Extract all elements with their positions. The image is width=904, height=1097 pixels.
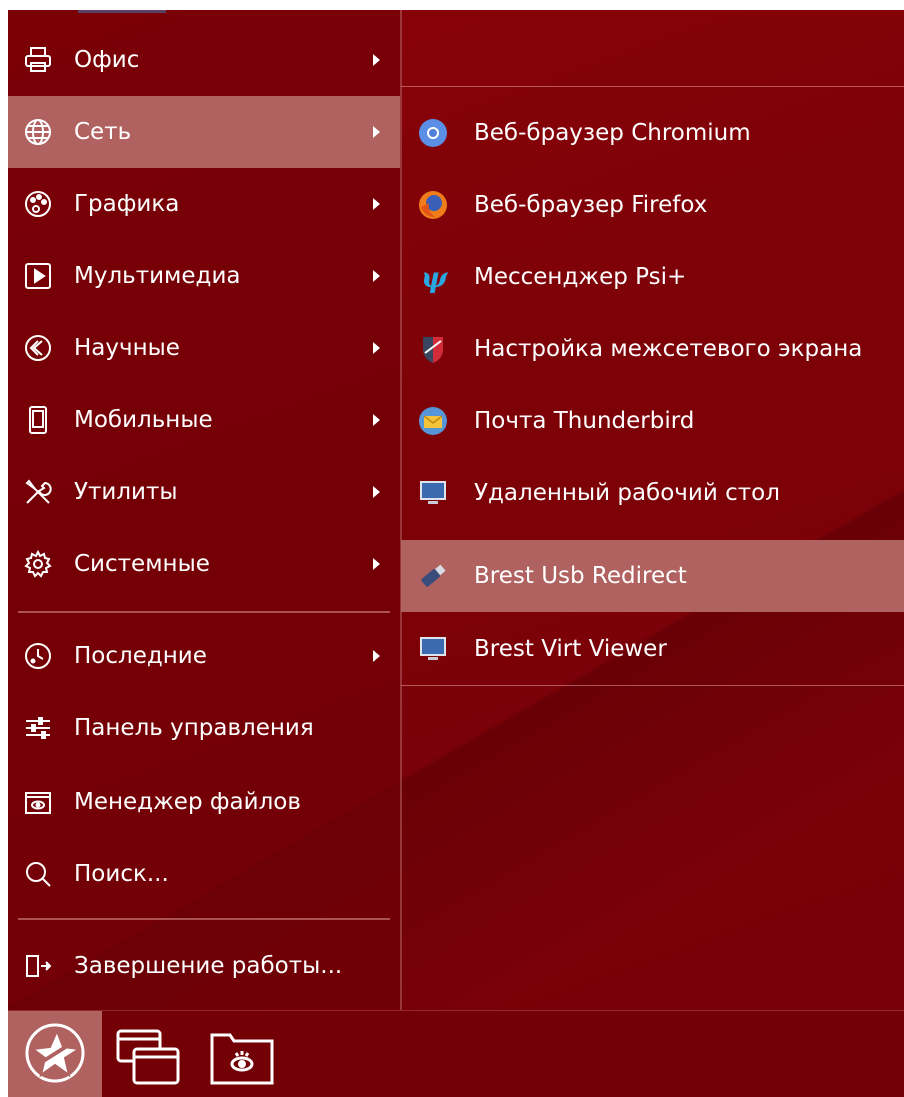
chevron-right-icon [373, 486, 380, 498]
menu-item-label: Научные [74, 335, 180, 361]
globe-icon [22, 116, 54, 148]
menu-item-search[interactable]: Поиск... [8, 838, 400, 910]
chevron-right-icon [373, 558, 380, 570]
submenu-item-label: Веб-браузер Firefox [474, 192, 708, 218]
taskbar-windows-button[interactable] [114, 1027, 182, 1087]
recent-icon [22, 640, 54, 672]
menu-item-shutdown[interactable]: Завершение работы... [8, 930, 400, 1002]
taskbar [8, 1010, 904, 1097]
menu-item-recent[interactable]: Последние [8, 620, 400, 692]
menu-separator [18, 918, 390, 920]
menu-item-file-manager[interactable]: Менеджер файлов [8, 766, 400, 838]
psi-icon: ψ [417, 261, 449, 293]
play-icon [22, 260, 54, 292]
menu-item-label: Офис [74, 47, 140, 73]
submenu-item-psi[interactable]: ψ Мессенджер Psi+ [401, 241, 904, 313]
thunderbird-icon [417, 405, 449, 437]
submenu-item-firefox[interactable]: Веб-браузер Firefox [401, 169, 904, 241]
menu-item-label: Мультимедиа [74, 263, 241, 289]
science-icon [22, 332, 54, 364]
menu-item-label: Последние [74, 643, 207, 669]
start-menu: Офис Сеть Графика Мультимедиа Научные Мо… [8, 10, 402, 1010]
submenu-item-usb-redirect[interactable]: Brest Usb Redirect [401, 540, 904, 612]
submenu-item-label: Веб-браузер Chromium [474, 120, 751, 146]
svg-text:ψ: ψ [421, 261, 449, 293]
menu-separator [18, 611, 390, 613]
menu-item-label: Системные [74, 551, 210, 577]
sliders-icon [22, 712, 54, 744]
chevron-right-icon [373, 414, 380, 426]
gear-icon [22, 548, 54, 580]
taskbar-file-manager-button[interactable] [208, 1027, 276, 1087]
windows-icon [114, 1029, 182, 1091]
submenu-item-thunderbird[interactable]: Почта Thunderbird [401, 385, 904, 457]
tools-icon [22, 476, 54, 508]
menu-item-utilities[interactable]: Утилиты [8, 456, 400, 528]
submenu-item-label: Удаленный рабочий стол [474, 480, 780, 506]
menu-item-graphics[interactable]: Графика [8, 168, 400, 240]
menu-item-science[interactable]: Научные [8, 312, 400, 384]
submenu-item-chromium[interactable]: Веб-браузер Chromium [401, 97, 904, 169]
phone-icon [22, 404, 54, 436]
printer-icon [22, 44, 54, 76]
chevron-right-icon [373, 126, 380, 138]
menu-item-label: Мобильные [74, 407, 213, 433]
menu-item-network[interactable]: Сеть [8, 96, 400, 168]
search-icon [22, 858, 54, 890]
menu-item-mobile[interactable]: Мобильные [8, 384, 400, 456]
start-button[interactable] [8, 1011, 102, 1097]
logout-icon [22, 950, 54, 982]
submenu-item-firewall[interactable]: Настройка межсетевого экрана [401, 313, 904, 385]
menu-item-label: Сеть [74, 119, 132, 145]
submenu-item-virt-viewer[interactable]: Brest Virt Viewer [401, 613, 904, 685]
chromium-icon [417, 117, 449, 149]
menu-item-label: Менеджер файлов [74, 789, 301, 815]
file-manager-icon [208, 1033, 276, 1091]
submenu-item-label: Мессенджер Psi+ [474, 264, 687, 290]
firefox-icon [417, 189, 449, 221]
menu-item-label: Завершение работы... [74, 953, 343, 979]
submenu-item-label: Brest Virt Viewer [474, 636, 667, 662]
menu-item-multimedia[interactable]: Мультимедиа [8, 240, 400, 312]
menu-item-label: Панель управления [74, 715, 314, 741]
file-manager-icon [22, 786, 54, 818]
chevron-right-icon [373, 270, 380, 282]
chevron-right-icon [373, 650, 380, 662]
monitor-icon [417, 477, 449, 509]
menu-item-system[interactable]: Системные [8, 528, 400, 600]
chevron-right-icon [373, 54, 380, 66]
palette-icon [22, 188, 54, 220]
menu-item-label: Графика [74, 191, 180, 217]
submenu-item-label: Почта Thunderbird [474, 408, 695, 434]
star-logo-icon [23, 1021, 87, 1089]
menu-item-control-panel[interactable]: Панель управления [8, 692, 400, 764]
chevron-right-icon [373, 198, 380, 210]
submenu-item-remote-desktop[interactable]: Удаленный рабочий стол [401, 457, 904, 529]
menu-item-office[interactable]: Офис [8, 24, 400, 96]
submenu-item-label: Настройка межсетевого экрана [474, 336, 863, 362]
chevron-right-icon [373, 342, 380, 354]
menu-item-label: Утилиты [74, 479, 178, 505]
firewall-shield-icon [417, 333, 449, 365]
network-submenu: Веб-браузер Chromium Веб-браузер Firefox… [401, 86, 904, 686]
monitor-icon [417, 633, 449, 665]
menu-item-label: Поиск... [74, 861, 169, 887]
submenu-item-label: Brest Usb Redirect [474, 563, 687, 589]
usb-icon [417, 560, 449, 592]
desktop: Офис Сеть Графика Мультимедиа Научные Мо… [8, 10, 904, 1097]
